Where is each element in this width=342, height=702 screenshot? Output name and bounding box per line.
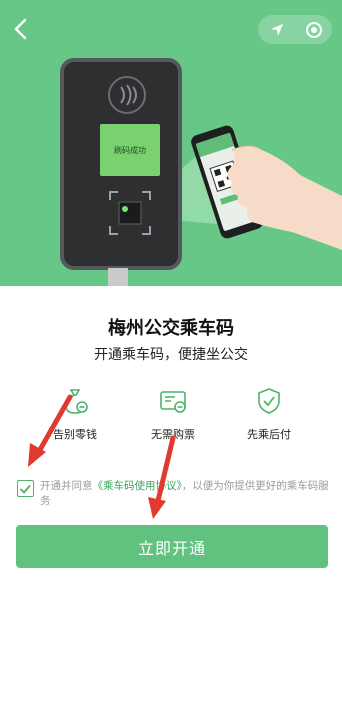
shield-check-icon: [258, 388, 280, 414]
agreement-link[interactable]: 《乘车码使用协议》: [93, 480, 182, 492]
card-icon: [160, 391, 186, 413]
feature-label: 无需购票: [151, 428, 195, 441]
hero-banner: 刷码成功: [0, 0, 342, 286]
open-now-button[interactable]: 立即开通: [16, 525, 328, 568]
money-bag-icon: [65, 389, 88, 414]
feature-label: 先乘后付: [247, 428, 291, 441]
feature-ride-first-pay-later: 先乘后付: [224, 386, 314, 442]
feature-label: 告别零钱: [53, 428, 97, 441]
agreement-text: 开通并同意《乘车码使用协议》，以便为你提供更好的乘车码服务: [40, 479, 334, 509]
check-icon: [19, 484, 31, 494]
feature-no-ticket: 无需购票: [128, 386, 218, 442]
page-subtitle: 开通乘车码，便捷坐公交: [94, 347, 248, 363]
page-title: 梅州公交乘车码: [108, 318, 234, 339]
agreement-prefix: 开通并同意: [40, 480, 93, 492]
hand-illustration: [227, 145, 342, 250]
agreement-checkbox[interactable]: [17, 480, 34, 497]
page: 刷码成功 梅州公交乘车码 开通乘车码，便捷坐公交 告别零钱 无需购票 先乘后付 …: [0, 0, 342, 702]
feature-no-change: 告别零钱: [30, 386, 120, 442]
